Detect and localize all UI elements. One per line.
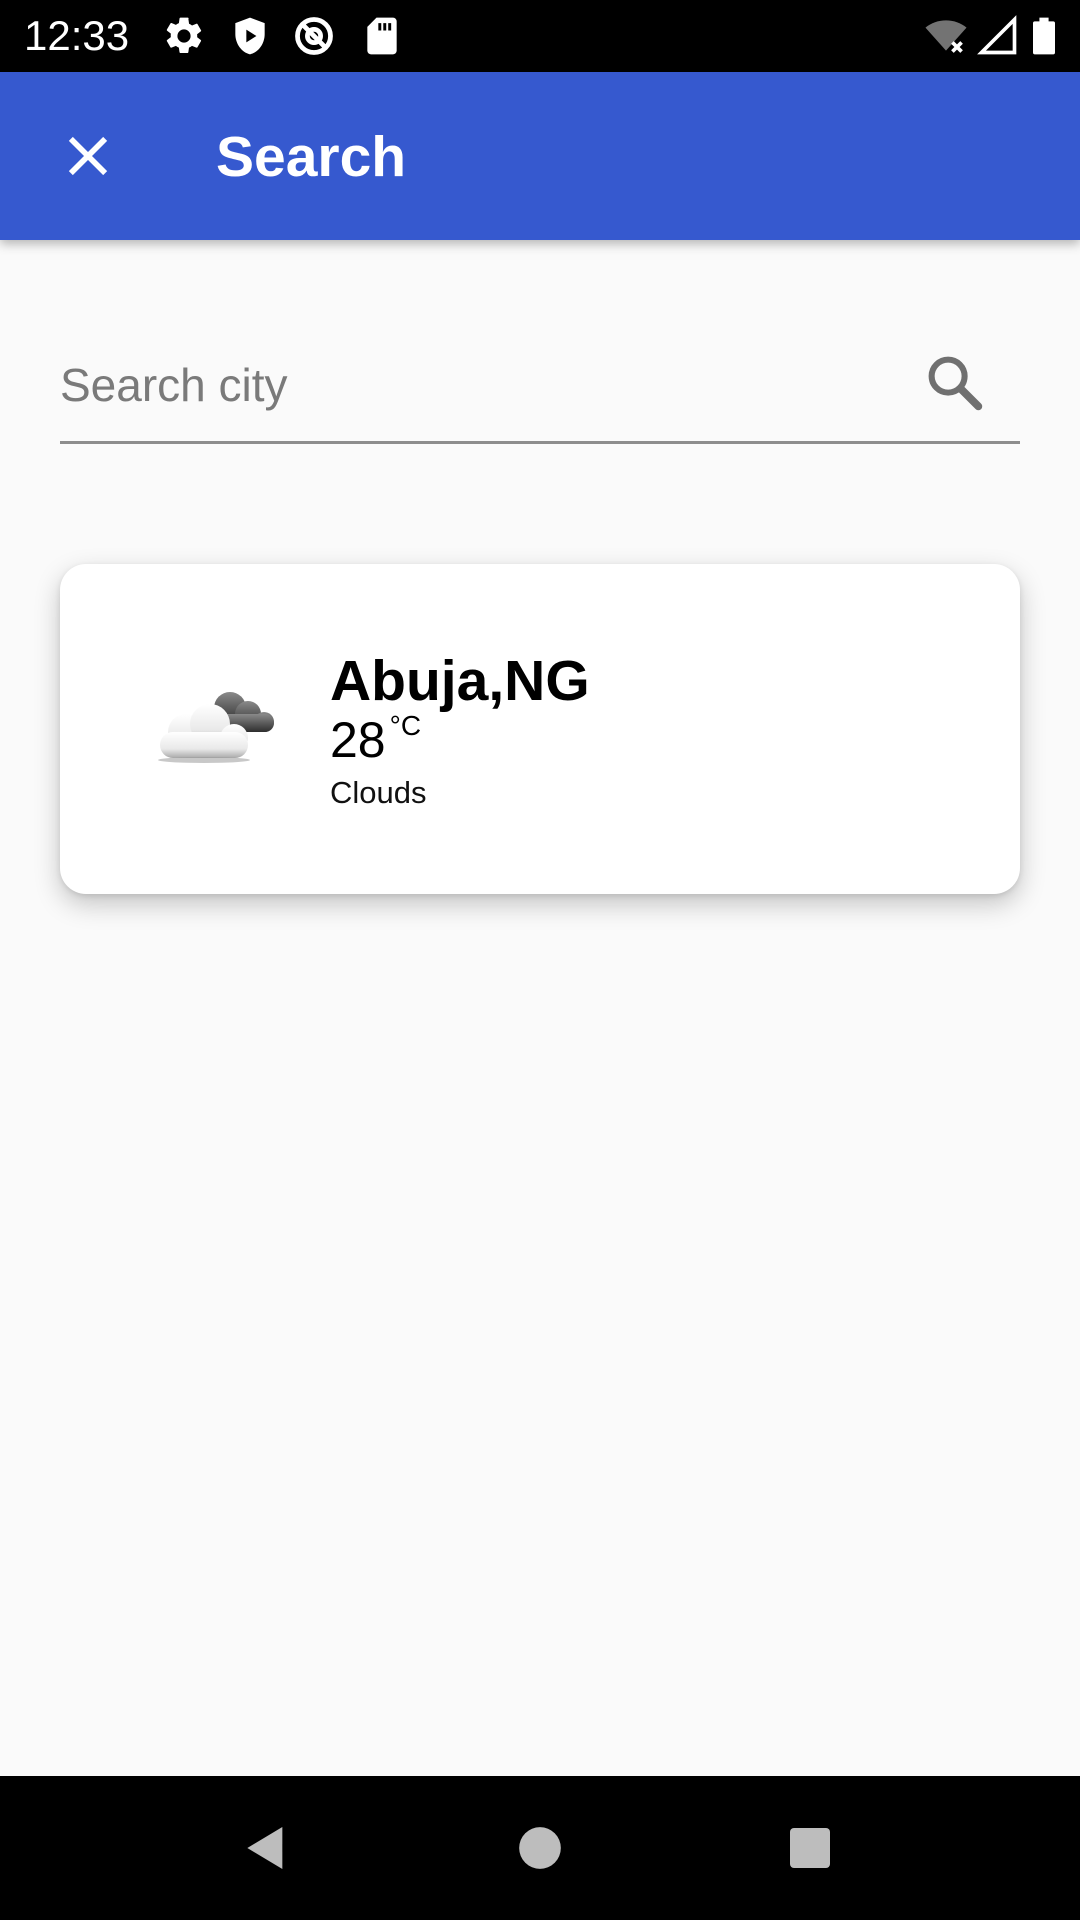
app-bar: Search — [0, 72, 1080, 240]
recents-button[interactable] — [770, 1808, 850, 1888]
signal-icon — [976, 14, 1020, 58]
recents-icon — [786, 1824, 834, 1872]
page-title: Search — [216, 125, 407, 189]
city-name: Abuja,NG — [330, 649, 590, 713]
home-button[interactable] — [500, 1808, 580, 1888]
temperature-value: 28 — [330, 712, 386, 768]
close-icon — [62, 130, 114, 182]
weather-condition: Clouds — [330, 775, 427, 810]
wifi-off-icon — [924, 14, 968, 58]
home-icon — [515, 1823, 565, 1873]
back-icon — [238, 1820, 294, 1876]
search-icon[interactable] — [912, 340, 998, 426]
close-button[interactable] — [40, 108, 136, 204]
search-field — [60, 320, 1020, 444]
gear-icon — [162, 14, 206, 58]
back-button[interactable] — [226, 1808, 306, 1888]
shield-icon — [228, 14, 272, 58]
status-time: 12:33 — [24, 12, 130, 59]
weather-result-card[interactable]: Abuja,NG 28 °C Clouds — [60, 564, 1020, 894]
clouds-icon — [148, 680, 288, 770]
navigation-bar — [0, 1776, 1080, 1920]
temperature-unit: °C — [389, 710, 422, 741]
status-bar: 12:33 — [0, 0, 1080, 72]
temperature: 28 °C — [330, 710, 421, 770]
search-input[interactable] — [60, 340, 880, 430]
battery-icon — [1022, 14, 1066, 58]
at-sign-icon — [292, 14, 336, 58]
sd-card-icon — [360, 14, 404, 58]
